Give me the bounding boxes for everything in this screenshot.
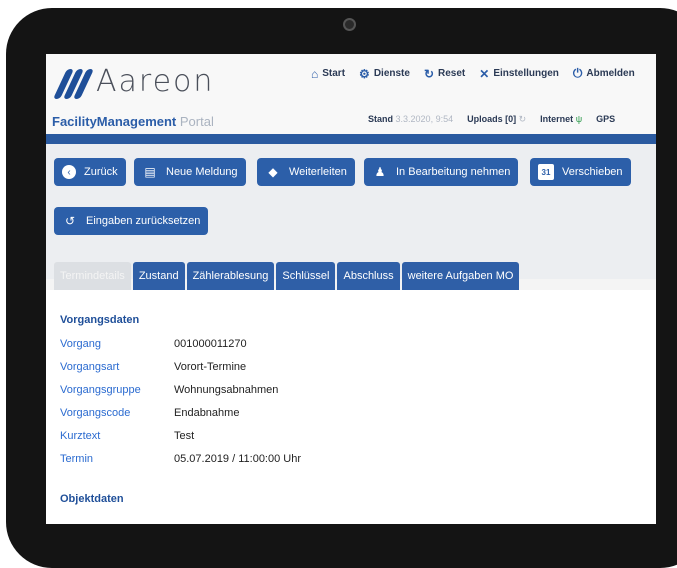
undo-icon: ↺ <box>64 214 76 228</box>
gears-icon: ⚙ <box>359 66 370 81</box>
detail-value: Test <box>174 430 195 442</box>
detail-key: Vorgangsgruppe <box>60 384 141 396</box>
power-icon: ⏻ <box>572 66 583 80</box>
camera-icon <box>343 18 356 31</box>
back-button[interactable]: ‹ Zurück <box>54 158 126 186</box>
reschedule-button[interactable]: 31 Verschieben <box>530 158 631 186</box>
stand-value: 3.3.2020, 9:54 <box>395 114 454 124</box>
brand-name: Aareon <box>96 64 215 99</box>
reschedule-button-label: Verschieben <box>562 166 623 178</box>
detail-key: Vorgang <box>60 338 101 350</box>
detail-tabs: Termindetails Zustand Zählerablesung Sch… <box>54 262 520 290</box>
forward-icon: ◆ <box>268 165 278 179</box>
tablet-frame: Aareon FacilityManagement Portal ⌂ Start… <box>6 8 677 568</box>
internet-label: Internet <box>540 114 574 124</box>
detail-key: Termin <box>60 453 94 465</box>
detail-value: Wohnungsabnahmen <box>174 384 279 396</box>
detail-row: Vorgang 001000011270 <box>60 338 247 350</box>
detail-row: Vorgangsart Vorort-Termine <box>60 361 246 373</box>
nav-dienste-label: Dienste <box>373 68 410 79</box>
detail-row: Kurztext Test <box>60 430 194 442</box>
take-in-progress-button[interactable]: ♟ In Bearbeitung nehmen <box>364 158 519 186</box>
reset-inputs-button-label: Eingaben zurücksetzen <box>86 215 201 227</box>
nav-start-label: Start <box>322 68 346 79</box>
new-report-button[interactable]: ▤ Neue Meldung <box>134 158 246 186</box>
stand-label: Stand <box>368 114 394 124</box>
status-bar: Stand 3.3.2020, 9:54 Uploads [0] ↻ Inter… <box>368 114 615 125</box>
app-screen: Aareon FacilityManagement Portal ⌂ Start… <box>46 54 656 524</box>
nav-einstellungen-label: Einstellungen <box>493 68 559 79</box>
detail-row: Termin 05.07.2019 / 11:00:00 Uhr <box>60 453 301 465</box>
portal-title: FacilityManagement Portal <box>52 114 214 129</box>
detail-key: Vorgangsart <box>60 361 120 373</box>
detail-value: Endabnahme <box>174 407 240 419</box>
calendar-icon: 31 <box>538 164 554 180</box>
new-report-button-label: Neue Meldung <box>166 166 238 178</box>
nav-reset[interactable]: ↻ Reset <box>424 66 465 81</box>
portal-title-bold: FacilityManagement <box>52 114 177 129</box>
brand-logo: Aareon <box>53 64 215 99</box>
forward-button[interactable]: ◆ Weiterleiten <box>257 158 355 186</box>
aareon-logo-icon <box>53 65 94 99</box>
tab-schluessel[interactable]: Schlüssel <box>276 262 336 290</box>
gps-label: GPS <box>596 114 616 124</box>
nav-abmelden[interactable]: ⏻ Abmelden <box>573 66 635 81</box>
reset-icon: ↻ <box>423 66 434 81</box>
top-nav: ⌂ Start ⚙ Dienste ↻ Reset ✕ Einstellunge… <box>311 66 635 81</box>
portal-title-light: Portal <box>179 114 214 129</box>
tab-weitere-aufgaben[interactable]: weitere Aufgaben MO <box>401 262 520 290</box>
tab-content: Vorgangsdaten Vorgang 001000011270 Vorga… <box>46 290 656 524</box>
uploads-status[interactable]: Uploads [0] ↻ <box>467 114 526 125</box>
section-title-vorgangsdaten: Vorgangsdaten <box>60 314 140 326</box>
detail-row: Vorgangscode Endabnahme <box>60 407 239 419</box>
forward-button-label: Weiterleiten <box>289 166 347 178</box>
uploads-label: Uploads [0] <box>467 114 517 124</box>
detail-value: Vorort-Termine <box>174 361 247 373</box>
header: Aareon FacilityManagement Portal ⌂ Start… <box>46 54 656 134</box>
nav-reset-label: Reset <box>438 68 466 79</box>
tools-icon: ✕ <box>479 66 490 81</box>
stand-status: Stand 3.3.2020, 9:54 <box>368 114 453 125</box>
tab-termindetails[interactable]: Termindetails <box>54 262 131 290</box>
detail-row: Vorgangsgruppe Wohnungsabnahmen <box>60 384 278 396</box>
take-in-progress-button-label: In Bearbeitung nehmen <box>396 166 511 178</box>
antenna-icon: ψ <box>575 114 583 124</box>
back-arrow-icon: ‹ <box>62 165 76 179</box>
tab-zaehlerablesung[interactable]: Zählerablesung <box>186 262 275 290</box>
reset-inputs-button[interactable]: ↺ Eingaben zurücksetzen <box>54 207 209 235</box>
section-title-objektdaten: Objektdaten <box>60 493 124 505</box>
new-report-icon: ▤ <box>144 165 156 179</box>
detail-key: Vorgangscode <box>60 407 131 419</box>
nav-dienste[interactable]: ⚙ Dienste <box>359 66 410 81</box>
detail-key: Kurztext <box>60 430 101 442</box>
action-toolbar: ‹ Zurück ▤ Neue Meldung ◆ Weiterleiten ♟… <box>46 144 656 279</box>
internet-status: Internet ψ <box>540 114 582 125</box>
back-button-label: Zurück <box>84 166 118 178</box>
uploads-sync-icon: ↻ <box>518 114 527 124</box>
gps-status: GPS <box>596 114 615 125</box>
home-icon: ⌂ <box>311 66 319 81</box>
worker-icon: ♟ <box>374 165 386 179</box>
nav-start[interactable]: ⌂ Start <box>311 66 345 81</box>
nav-einstellungen[interactable]: ✕ Einstellungen <box>479 66 559 81</box>
header-divider <box>46 134 656 144</box>
tab-zustand[interactable]: Zustand <box>132 262 185 290</box>
detail-value: 05.07.2019 / 11:00:00 Uhr <box>174 453 302 465</box>
nav-abmelden-label: Abmelden <box>586 68 635 79</box>
tab-abschluss[interactable]: Abschluss <box>337 262 400 290</box>
detail-value: 001000011270 <box>174 338 247 350</box>
